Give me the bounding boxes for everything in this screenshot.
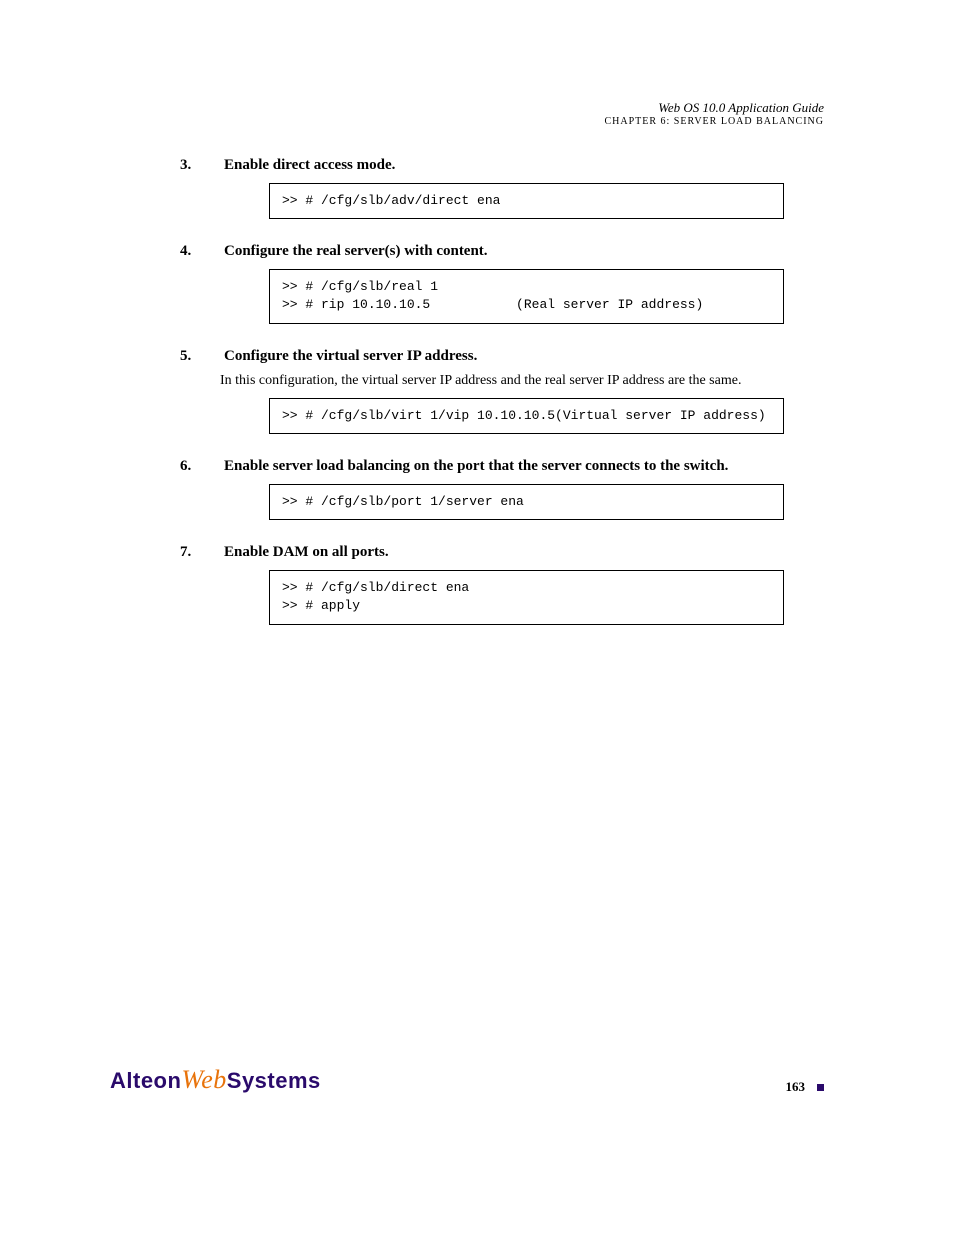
page-number: 163 xyxy=(786,1079,806,1095)
code-box: >> # /cfg/slb/direct ena >> # apply xyxy=(269,570,784,624)
logo-part-systems: Systems xyxy=(227,1068,321,1093)
code-box: >> # /cfg/slb/adv/direct ena xyxy=(269,183,784,219)
step-number: 5. xyxy=(180,348,220,365)
step-5: 5. Configure the virtual server IP addre… xyxy=(180,348,824,434)
step-text: Configure the real server(s) with conten… xyxy=(224,243,824,260)
code-box: >> # /cfg/slb/virt 1/vip 10.10.10.5(Virt… xyxy=(269,398,784,434)
code-box: >> # /cfg/slb/port 1/server ena xyxy=(269,484,784,520)
step-3: 3. Enable direct access mode. >> # /cfg/… xyxy=(180,157,824,219)
guide-title: Web OS 10.0 Application Guide xyxy=(130,100,824,116)
step-text: Enable direct access mode. xyxy=(224,157,824,174)
step-text: Enable server load balancing on the port… xyxy=(224,458,824,475)
logo-part-web: Web xyxy=(181,1065,226,1094)
page-header: Web OS 10.0 Application Guide CHAPTER 6:… xyxy=(130,100,824,127)
brand-logo: AlteonWebSystems xyxy=(110,1065,321,1095)
page-footer: 163 xyxy=(786,1079,825,1095)
step-text: Enable DAM on all ports. xyxy=(224,544,824,561)
step-6: 6. Enable server load balancing on the p… xyxy=(180,458,824,520)
step-note: In this configuration, the virtual serve… xyxy=(220,372,824,390)
step-number: 3. xyxy=(180,157,220,174)
step-7: 7. Enable DAM on all ports. >> # /cfg/sl… xyxy=(180,544,824,624)
step-number: 4. xyxy=(180,243,220,260)
step-4: 4. Configure the real server(s) with con… xyxy=(180,243,824,323)
step-number: 6. xyxy=(180,458,220,475)
step-number: 7. xyxy=(180,544,220,561)
step-text: Configure the virtual server IP address. xyxy=(224,348,824,365)
chapter-label: CHAPTER 6: SERVER LOAD BALANCING xyxy=(130,116,824,127)
code-box: >> # /cfg/slb/real 1 >> # rip 10.10.10.5… xyxy=(269,269,784,323)
square-icon xyxy=(817,1084,824,1091)
logo-part-alteon: Alteon xyxy=(110,1068,181,1093)
